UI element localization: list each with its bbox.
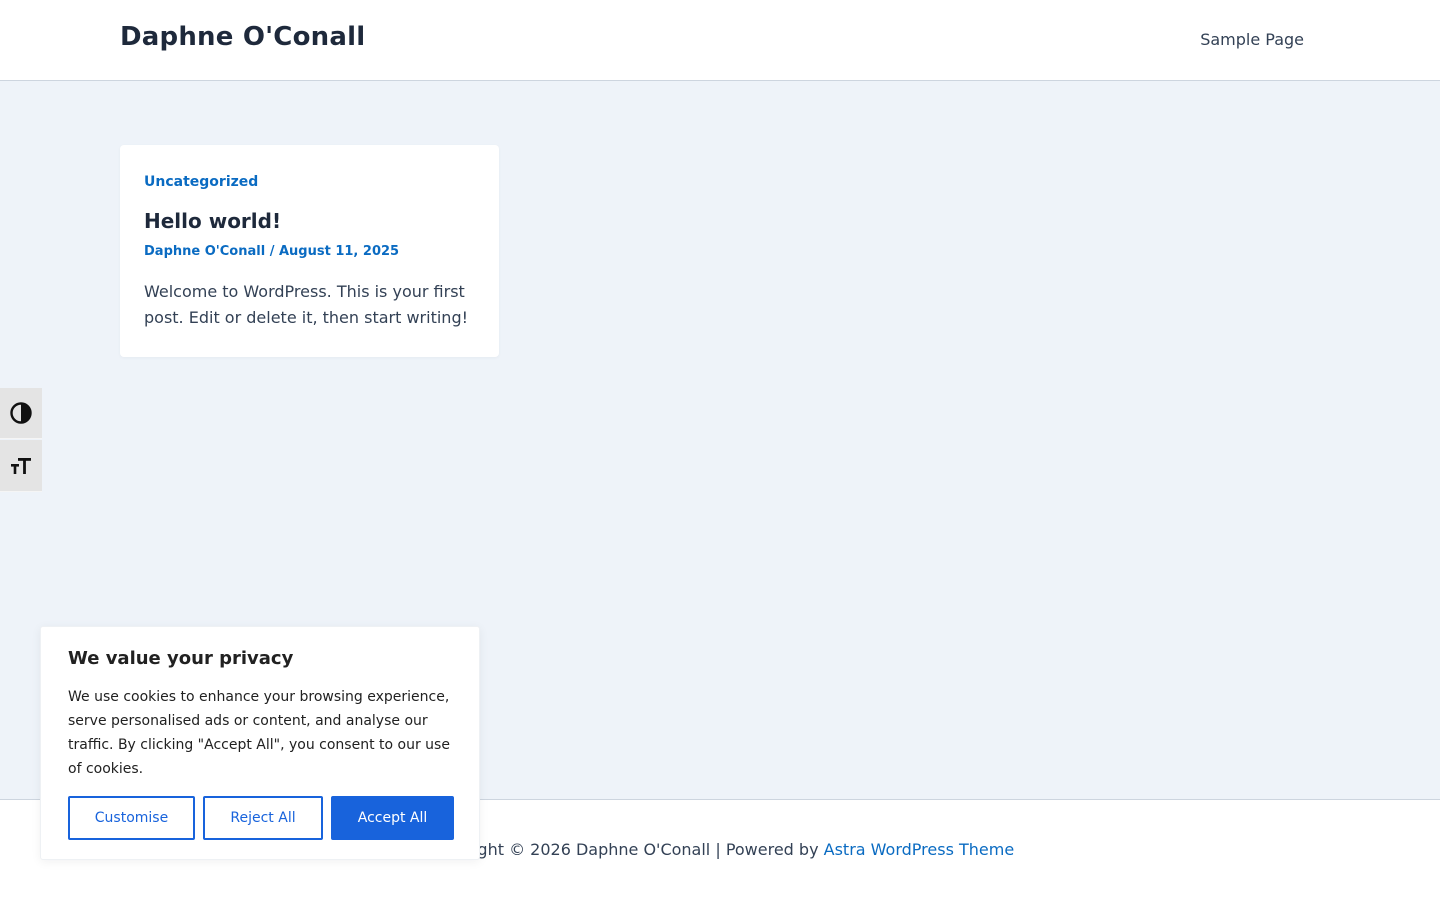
- nav-item-sample-page[interactable]: Sample Page: [1200, 30, 1304, 49]
- theme-credit-link[interactable]: Astra WordPress Theme: [824, 840, 1015, 859]
- cookie-button-group: Customise Reject All Accept All: [68, 796, 454, 840]
- post-date-link[interactable]: August 11, 2025: [279, 244, 399, 259]
- meta-separator: /: [265, 244, 279, 259]
- cookie-banner-description: We use cookies to enhance your browsing …: [68, 689, 450, 777]
- accept-all-button[interactable]: Accept All: [331, 796, 454, 840]
- reject-all-button[interactable]: Reject All: [203, 796, 323, 840]
- site-header: Daphne O'Conall Sample Page: [0, 0, 1440, 81]
- text-size-button[interactable]: [0, 440, 42, 492]
- post-meta: Daphne O'Conall / August 11, 2025: [144, 243, 475, 261]
- customise-button[interactable]: Customise: [68, 796, 195, 840]
- contrast-icon: [10, 402, 32, 424]
- post-category-link[interactable]: Uncategorized: [144, 173, 475, 191]
- accessibility-toolbar: [0, 388, 42, 492]
- post-author-link[interactable]: Daphne O'Conall: [144, 244, 265, 259]
- site-title[interactable]: Daphne O'Conall: [120, 22, 365, 52]
- post-card: Uncategorized Hello world! Daphne O'Cona…: [120, 145, 499, 357]
- cookie-banner-title: We value your privacy: [68, 648, 294, 669]
- font-size-icon: [11, 457, 31, 474]
- high-contrast-button[interactable]: [0, 388, 42, 439]
- post-title[interactable]: Hello world!: [144, 208, 475, 234]
- post-excerpt: Welcome to WordPress. This is your first…: [144, 282, 469, 327]
- copyright-text: Copyright © 2026 Daphne O'Conall | Power…: [425, 840, 824, 859]
- cookie-consent-banner: We value your privacy We use cookies to …: [40, 626, 480, 860]
